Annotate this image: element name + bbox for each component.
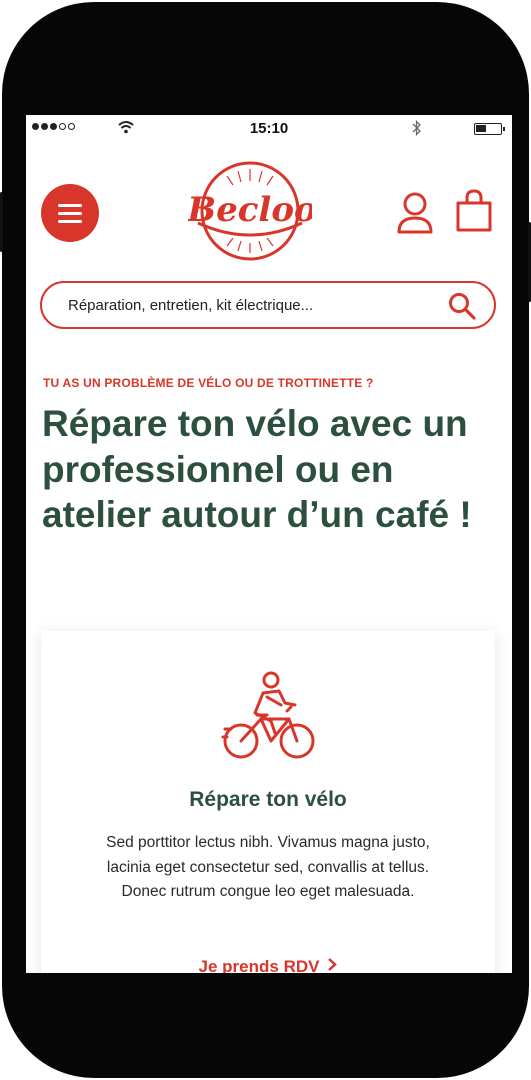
hero-eyebrow: TU AS UN PROBLÈME DE VÉLO OU DE TROTTINE… (43, 376, 374, 390)
bluetooth-icon (412, 120, 421, 136)
shopping-bag-icon[interactable] (455, 189, 493, 233)
chevron-right-icon (327, 957, 338, 973)
card-title: Répare ton vélo (189, 788, 347, 811)
hero-headline: Répare ton vélo avec un professionnel ou… (42, 403, 472, 535)
status-time: 15:10 (249, 120, 289, 137)
book-appointment-label: Je prends RDV (198, 957, 320, 973)
becloo-logo[interactable]: Becloo (188, 159, 312, 263)
logo-text: Becloo (188, 190, 312, 230)
phone-frame: 15:10 Becloo Réparation, entretien, kit … (0, 2, 531, 1078)
search-icon[interactable] (448, 292, 476, 320)
battery-icon (474, 123, 505, 135)
card-description: Sed porttitor lectus nibh. Vivamus magna… (106, 834, 430, 900)
hamburger-icon (58, 203, 82, 207)
menu-button[interactable] (41, 184, 99, 242)
search-input[interactable] (66, 295, 440, 315)
cyclist-icon (221, 671, 315, 759)
user-account-icon[interactable] (396, 190, 434, 234)
screen: 15:10 Becloo Réparation, entretien, kit … (26, 115, 512, 973)
search-bar[interactable] (40, 281, 496, 329)
book-appointment-link[interactable]: Je prends RDV (41, 957, 495, 973)
volume-button (0, 192, 3, 252)
service-card: Répare ton vélo Sed porttitor lectus nib… (41, 631, 495, 973)
status-bar: 15:10 (26, 115, 512, 143)
